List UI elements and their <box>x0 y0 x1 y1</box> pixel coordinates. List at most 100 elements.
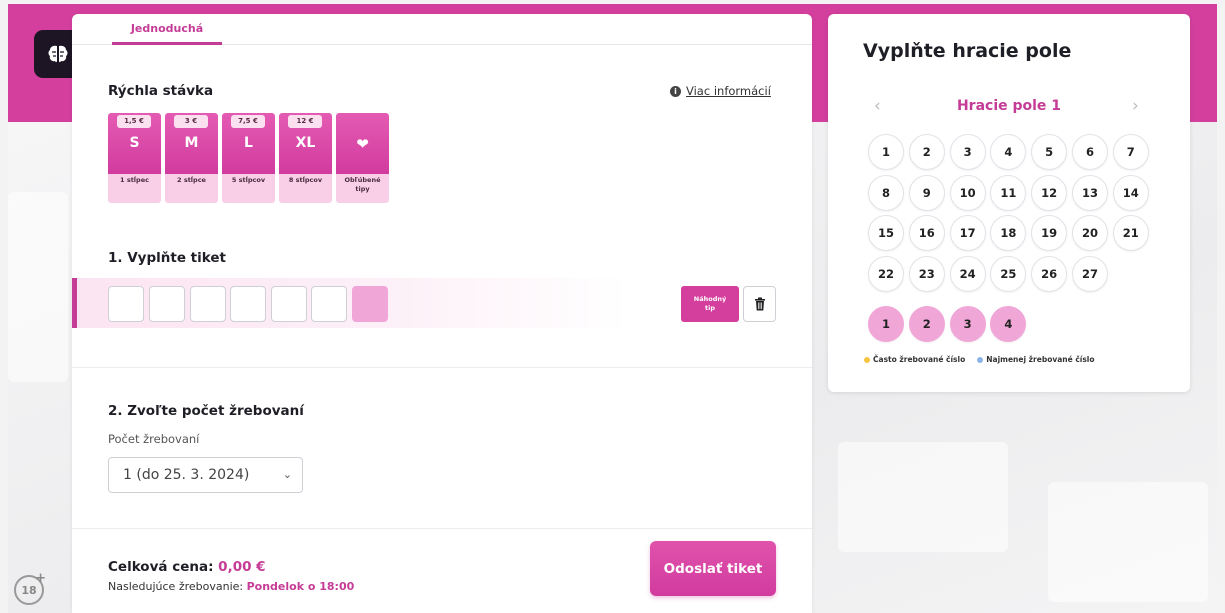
extra-number-ball[interactable]: 2 <box>908 306 945 342</box>
number-ball[interactable]: 12 <box>1031 174 1068 211</box>
more-info-label: Viac informácií <box>686 84 771 98</box>
delete-button[interactable] <box>743 286 776 322</box>
number-ball[interactable]: 22 <box>868 255 904 292</box>
number-ball[interactable]: 26 <box>1031 255 1068 292</box>
quick-bet-size: L <box>244 135 253 151</box>
extra-number-ball[interactable]: 1 <box>868 306 904 342</box>
tab-bar: Jednoduchá <box>72 14 812 45</box>
info-icon: i <box>670 85 681 97</box>
fill-ticket-title: 1. Vyplňte tiket <box>108 250 226 266</box>
quick-bet-price: 7,5 € <box>231 115 265 128</box>
heart-icon: ❤ <box>356 135 369 153</box>
quick-bet-size: XL <box>295 135 316 151</box>
field-navigator: Hracie pole 1 ‹ › <box>828 96 1190 116</box>
legend-label: Často žrebované číslo <box>873 355 966 364</box>
draws-count-title: 2. Zvoľte počet žrebovaní <box>108 403 304 419</box>
extra-number-ball[interactable]: 4 <box>990 306 1027 342</box>
number-ball[interactable]: 15 <box>868 215 904 251</box>
quick-bet-options: 1,5 € S 1 stĺpec 3 € M 2 stĺpce 7,5 € L 5 s… <box>108 113 389 203</box>
chevron-down-icon: ⌄ <box>282 468 292 481</box>
total-price: Celková cena: 0,00 € <box>108 559 266 575</box>
quick-bet-l[interactable]: 7,5 € L 5 stĺpcov <box>222 113 275 203</box>
play-field-title: Vyplňte hracie pole <box>863 40 1072 62</box>
next-draw: Nasledujúce žrebovanie: Pondelok o 18:00 <box>108 580 354 593</box>
quick-bet-price: 12 € <box>288 115 322 128</box>
bg-decoration <box>838 442 1008 552</box>
number-ball[interactable]: 4 <box>990 134 1027 170</box>
number-ball[interactable]: 13 <box>1072 174 1108 211</box>
extra-number-slot[interactable] <box>352 286 388 322</box>
tab-simple[interactable]: Jednoduchá <box>112 14 222 45</box>
chevron-left-icon[interactable]: ‹ <box>874 96 881 116</box>
number-ball[interactable]: 8 <box>868 174 904 211</box>
number-ball[interactable]: 5 <box>1031 134 1068 170</box>
legend-item: Najmenej žrebované číslo <box>977 355 1095 364</box>
legend-label: Najmenej žrebované číslo <box>986 355 1095 364</box>
quick-bet-s[interactable]: 1,5 € S 1 stĺpec <box>108 113 161 203</box>
legend: Často žrebované číslo Najmenej žrebované… <box>864 355 1095 364</box>
quick-bet-size: M <box>184 135 199 151</box>
quick-bet-price: 3 € <box>174 115 208 128</box>
plus-icon: + <box>35 571 46 586</box>
quick-bet-title: Rýchla stávka <box>108 83 214 99</box>
quick-bet-xl[interactable]: 12 € XL 8 stĺpcov <box>279 113 332 203</box>
quick-bet-desc: 1 stĺpec <box>120 176 149 184</box>
brain-icon <box>48 45 68 63</box>
number-ball[interactable]: 3 <box>949 134 986 170</box>
bg-decoration <box>8 192 68 382</box>
number-ball[interactable]: 11 <box>990 174 1027 211</box>
number-ball[interactable]: 17 <box>949 215 986 251</box>
play-field-card: Vyplňte hracie pole Hracie pole 1 ‹ › 12… <box>828 14 1190 392</box>
trash-icon <box>754 297 765 311</box>
number-ball[interactable]: 19 <box>1031 215 1068 251</box>
quick-bet-desc: 8 stĺpcov <box>288 176 323 184</box>
number-slot[interactable] <box>311 286 347 322</box>
number-ball[interactable]: 20 <box>1072 215 1108 251</box>
number-ball[interactable]: 7 <box>1112 134 1149 170</box>
number-ball[interactable]: 24 <box>949 255 986 292</box>
quick-bet-size: S <box>129 135 140 151</box>
number-ball[interactable]: 14 <box>1112 174 1149 211</box>
total-price-value: 0,00 € <box>218 559 266 575</box>
number-ball[interactable]: 10 <box>949 174 986 211</box>
draws-count-select[interactable]: 1 (do 25. 3. 2024) ⌄ <box>108 457 303 493</box>
number-ball[interactable]: 16 <box>908 215 945 251</box>
number-ball[interactable]: 1 <box>868 134 904 170</box>
extra-number-ball[interactable]: 3 <box>949 306 986 342</box>
quick-bet-desc: 5 stĺpcov <box>231 176 266 184</box>
draws-count-value: 1 (do 25. 3. 2024) <box>123 467 250 483</box>
draws-count-label: Počet žrebovaní <box>108 432 200 446</box>
random-tip-button[interactable]: Náhodný tip <box>681 286 739 322</box>
age-18-badge: 18 + <box>14 571 46 605</box>
favorite-tips-button[interactable]: ❤ Obľúbené tipy <box>336 113 389 203</box>
legend-dot <box>864 356 870 363</box>
number-slot[interactable] <box>271 286 307 322</box>
total-price-label: Celková cena: <box>108 559 214 575</box>
ticket-row: Náhodný tip <box>72 278 812 328</box>
number-ball[interactable]: 6 <box>1072 134 1108 170</box>
number-slot[interactable] <box>149 286 185 322</box>
favorite-tips-label: Obľúbené tipy <box>344 176 381 193</box>
number-ball[interactable]: 21 <box>1112 215 1149 251</box>
number-ball[interactable]: 23 <box>908 255 945 292</box>
next-draw-label: Nasledujúce žrebovanie: <box>108 580 244 593</box>
number-slot[interactable] <box>108 286 144 322</box>
quick-bet-m[interactable]: 3 € M 2 stĺpce <box>165 113 218 203</box>
number-ball[interactable]: 27 <box>1072 255 1108 292</box>
row-marker <box>72 278 77 328</box>
number-slot[interactable] <box>230 286 266 322</box>
ticket-card: Jednoduchá Rýchla stávka i Viac informác… <box>72 14 812 613</box>
number-ball[interactable]: 18 <box>990 215 1027 251</box>
number-ball[interactable]: 25 <box>990 255 1027 292</box>
next-draw-value: Pondelok o 18:00 <box>246 580 355 593</box>
number-slot[interactable] <box>190 286 226 322</box>
number-ball[interactable]: 9 <box>908 174 945 211</box>
divider <box>72 528 812 529</box>
divider <box>72 367 812 368</box>
chevron-right-icon[interactable]: › <box>1132 96 1139 116</box>
number-ball[interactable]: 2 <box>908 134 945 170</box>
bg-decoration <box>1048 482 1208 602</box>
quick-bet-price: 1,5 € <box>117 115 151 128</box>
more-info-link[interactable]: i Viac informácií <box>670 84 771 98</box>
submit-ticket-button[interactable]: Odoslať tiket <box>650 541 776 596</box>
